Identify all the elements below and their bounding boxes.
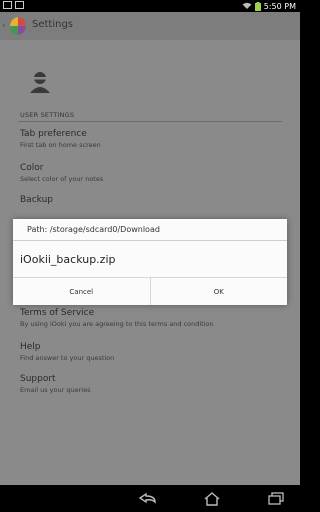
cancel-button[interactable]: Cancel	[13, 278, 150, 305]
dialog-button-bar: Cancel OK	[13, 277, 287, 305]
status-bar: 5:50 PM	[0, 0, 300, 12]
home-icon[interactable]	[202, 492, 222, 506]
battery-icon	[254, 1, 261, 11]
settings-screen: ‹ Settings USER SETTINGS Tab preference …	[0, 12, 300, 485]
back-icon[interactable]	[138, 492, 158, 506]
file-picker-dialog: Path: /storage/sdcard0/Download iOokii_b…	[13, 219, 287, 305]
wifi-icon	[242, 2, 252, 9]
file-list-item[interactable]: iOokii_backup.zip	[20, 253, 116, 266]
recent-apps-icon[interactable]	[266, 492, 286, 506]
photo-icon	[15, 1, 24, 9]
dialog-title: Path: /storage/sdcard0/Download	[27, 225, 160, 234]
ok-button[interactable]: OK	[149, 278, 288, 305]
clock: 5:50 PM	[263, 1, 296, 11]
image-icon	[3, 1, 12, 9]
navigation-bar	[0, 485, 300, 512]
dialog-divider	[13, 240, 287, 241]
